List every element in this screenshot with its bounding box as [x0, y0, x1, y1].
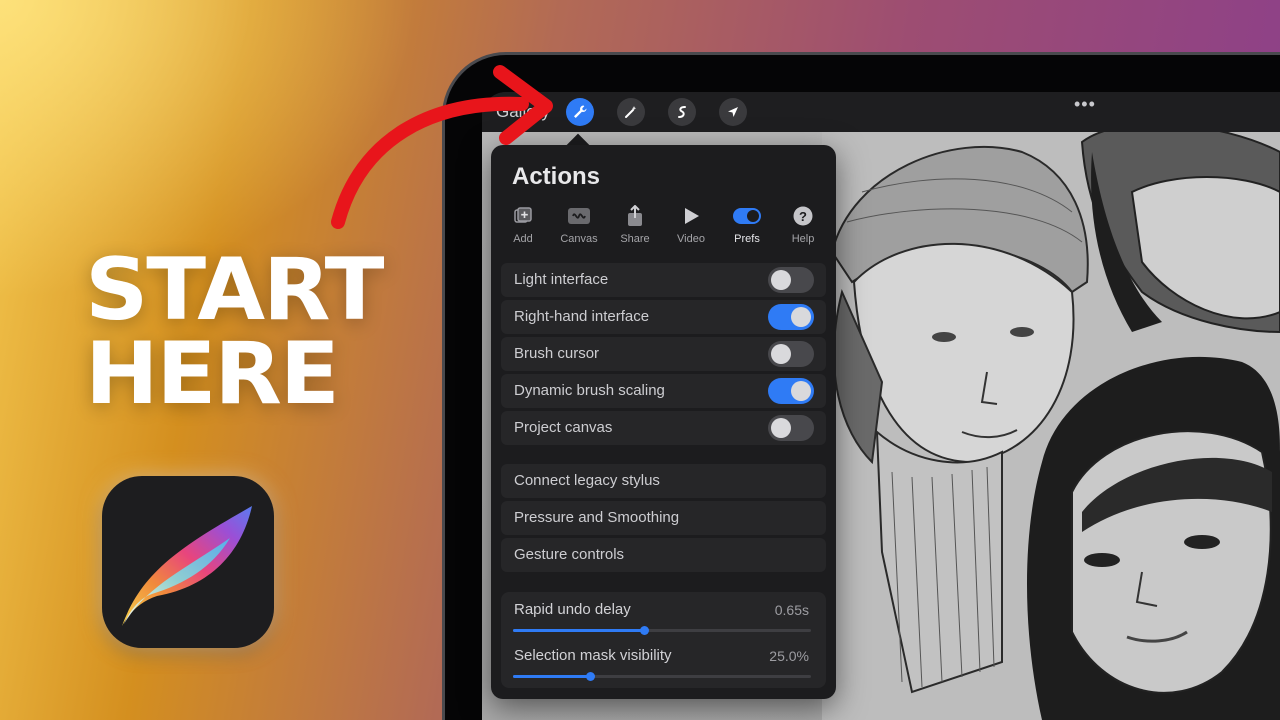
- top-toolbar: Gallery •••: [482, 92, 1280, 132]
- gesture-controls-button[interactable]: Gesture controls: [501, 538, 826, 572]
- dynamic-brush-scaling-toggle[interactable]: [768, 378, 814, 404]
- canvas-icon: [568, 208, 590, 224]
- actions-tabs: Add Canvas Share Video Prefs ? Help: [499, 205, 829, 245]
- slider-group: Rapid undo delay 0.65s Selection mask vi…: [501, 592, 826, 688]
- selection-mask-visibility-label: Selection mask visibility: [514, 647, 672, 664]
- pref-row-brush-cursor: Brush cursor: [501, 337, 826, 371]
- tab-share[interactable]: Share: [607, 205, 663, 245]
- magic-wand-icon: [625, 106, 637, 118]
- selection-icon: [678, 106, 686, 118]
- wrench-icon: [574, 105, 587, 118]
- pref-row-dynamic-brush-scaling: Dynamic brush scaling: [501, 374, 826, 408]
- adjustments-button[interactable]: [617, 98, 645, 126]
- share-icon: [628, 205, 642, 226]
- rapid-undo-delay-label: Rapid undo delay: [514, 601, 631, 618]
- selection-button[interactable]: [668, 98, 696, 126]
- tab-prefs[interactable]: Prefs: [719, 205, 775, 245]
- brush-stroke-logo-icon: [122, 506, 252, 626]
- pressure-and-smoothing-button[interactable]: Pressure and Smoothing: [501, 501, 826, 535]
- svg-text:?: ?: [799, 209, 807, 224]
- tab-help[interactable]: ? Help: [775, 205, 831, 245]
- tab-video[interactable]: Video: [663, 205, 719, 245]
- help-icon: ?: [793, 206, 813, 226]
- headline-line-here: HERE: [85, 324, 340, 424]
- play-icon: [685, 208, 699, 224]
- actions-wrench-button[interactable]: [566, 98, 594, 126]
- toggle-icon: [733, 208, 761, 224]
- right-hand-interface-toggle[interactable]: [768, 304, 814, 330]
- rapid-undo-delay-slider[interactable]: [513, 626, 811, 635]
- brush-cursor-toggle[interactable]: [768, 341, 814, 367]
- rapid-undo-delay-value: 0.65s: [774, 602, 809, 618]
- project-canvas-toggle[interactable]: [768, 415, 814, 441]
- transform-button[interactable]: [719, 98, 747, 126]
- pref-row-light-interface: Light interface: [501, 263, 826, 297]
- tab-canvas[interactable]: Canvas: [551, 205, 607, 245]
- light-interface-toggle[interactable]: [768, 267, 814, 293]
- headline-line-start: START: [85, 240, 384, 340]
- selection-mask-visibility-thumb[interactable]: [586, 672, 596, 681]
- connect-legacy-stylus-button[interactable]: Connect legacy stylus: [501, 464, 826, 498]
- app-icon: [102, 476, 274, 648]
- pref-row-project-canvas: Project canvas: [501, 411, 826, 445]
- add-icon: [514, 207, 532, 223]
- selection-mask-visibility-value: 25.0%: [769, 648, 809, 664]
- gallery-button[interactable]: Gallery: [496, 102, 550, 122]
- pref-row-right-hand-interface: Right-hand interface: [501, 300, 826, 334]
- rapid-undo-delay-thumb[interactable]: [640, 626, 650, 635]
- transform-arrow-icon: [728, 107, 738, 117]
- tab-add[interactable]: Add: [495, 205, 551, 245]
- actions-panel: Actions Add Canvas Share Video Prefs ? H…: [491, 145, 836, 699]
- more-options-button[interactable]: •••: [1074, 94, 1096, 115]
- selection-mask-visibility-slider[interactable]: [513, 672, 811, 681]
- panel-title: Actions: [512, 163, 601, 190]
- headline: START HERE: [85, 240, 384, 424]
